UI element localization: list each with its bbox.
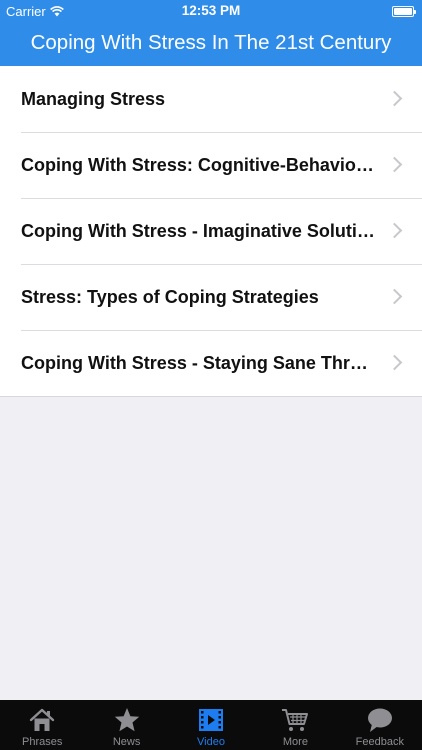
tab-label: News: [112, 736, 141, 748]
list-item[interactable]: Stress: Types of Coping Strategies: [0, 264, 422, 330]
list-item-label: Managing Stress: [21, 88, 166, 109]
list-item[interactable]: Coping With Stress - Staying Sane Throug…: [0, 330, 422, 396]
chevron-right-icon: [386, 90, 403, 107]
star-icon: [114, 708, 139, 732]
speech-bubble-icon: [367, 708, 392, 732]
tab-phrases[interactable]: Phrases: [0, 700, 84, 750]
chevron-right-icon: [386, 222, 403, 239]
tab-label: More: [282, 736, 308, 748]
battery-icon: [392, 6, 416, 17]
tab-label: Video: [197, 736, 225, 748]
tab-more[interactable]: More: [253, 700, 337, 750]
status-bar: Carrier 12:53 PM: [0, 0, 422, 22]
video-list: Managing Stress Coping With Stress: Cogn…: [0, 66, 422, 397]
chevron-right-icon: [386, 354, 403, 371]
home-icon: [30, 708, 55, 731]
list-item-label: Stress: Types of Coping Strategies: [21, 286, 319, 307]
film-icon: [199, 709, 224, 731]
status-time: 12:53 PM: [181, 3, 241, 18]
chevron-right-icon: [386, 288, 403, 305]
list-item[interactable]: Coping With Stress - Imaginative Solutio…: [0, 198, 422, 264]
list-item-label: Coping With Stress - Imaginative Solutio…: [21, 220, 376, 241]
page-title: Coping With Stress In The 21st Century: [30, 31, 392, 54]
tab-label: Phrases: [22, 736, 63, 748]
list-item-label: Coping With Stress - Staying Sane Throug…: [21, 352, 376, 373]
chevron-right-icon: [386, 156, 403, 173]
cart-icon: [282, 709, 309, 731]
tab-news[interactable]: News: [84, 700, 168, 750]
tab-video[interactable]: Video: [169, 700, 253, 750]
list-item-label: Coping With Stress: Cognitive-Behavioral…: [21, 154, 376, 175]
tab-bar: Phrases News Video More Feedback: [0, 700, 422, 750]
list-item[interactable]: Managing Stress: [0, 66, 422, 132]
tab-label: Feedback: [355, 736, 404, 748]
list-item[interactable]: Coping With Stress: Cognitive-Behavioral…: [0, 132, 422, 198]
tab-feedback[interactable]: Feedback: [338, 700, 422, 750]
app-header: Carrier 12:53 PM Coping With Stress In T…: [0, 0, 422, 66]
